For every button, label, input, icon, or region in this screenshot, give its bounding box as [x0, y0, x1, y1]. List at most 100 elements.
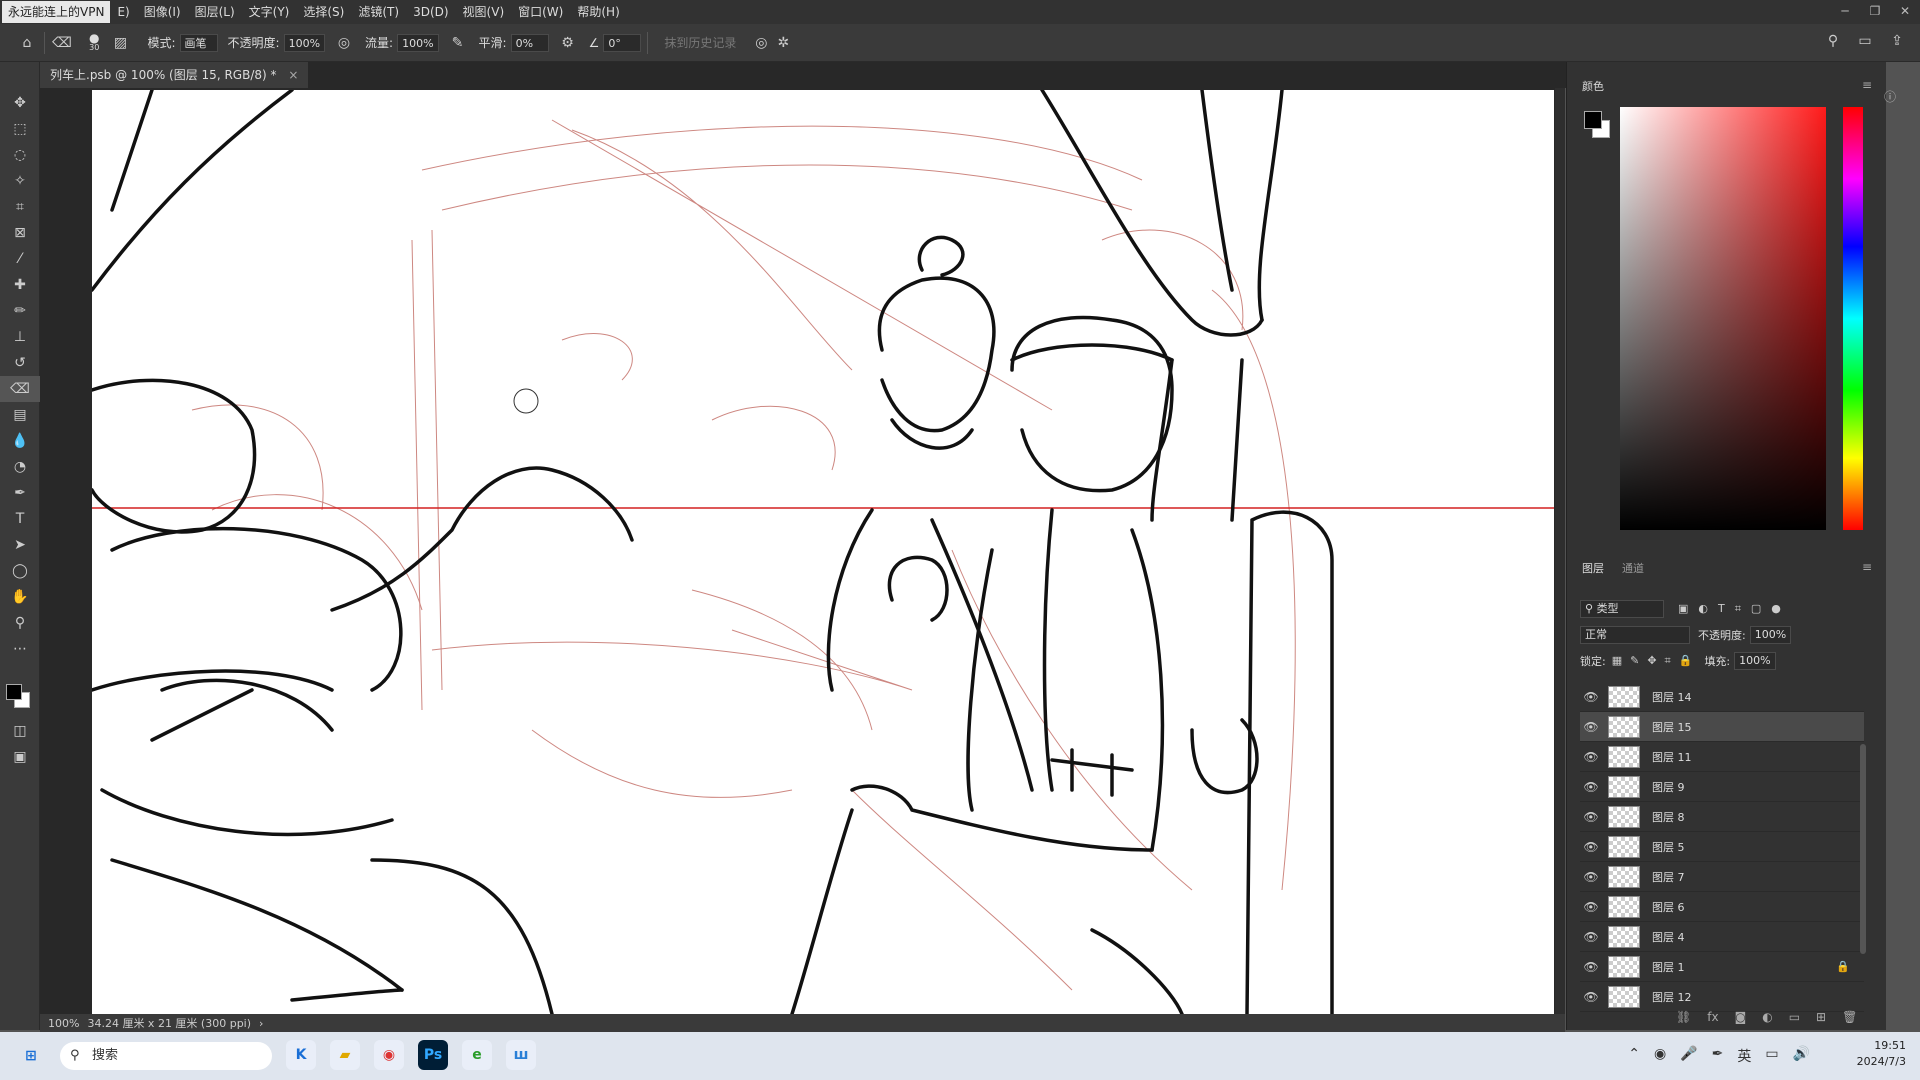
type-tool-icon[interactable]: T	[0, 506, 40, 532]
layer-row[interactable]: 👁 图层 14	[1580, 682, 1864, 712]
layer-row[interactable]: 👁 图层 1 🔒	[1580, 952, 1864, 982]
hand-tool-icon[interactable]: ✋	[0, 584, 40, 610]
vertical-scrollbar[interactable]	[1555, 88, 1565, 1014]
menu-window[interactable]: 窗口(W)	[511, 0, 570, 24]
zoom-tool-icon[interactable]: ⚲	[0, 610, 40, 636]
color-panel-tab[interactable]: 颜色	[1582, 78, 1604, 94]
file-explorer-icon[interactable]: ▰	[330, 1040, 360, 1070]
path-selection-tool-icon[interactable]: ➤	[0, 532, 40, 558]
opacity-input[interactable]: 100%	[283, 33, 326, 52]
blend-mode-select[interactable]: 正常	[1580, 626, 1690, 644]
lock-icon[interactable]: 🔒	[1836, 960, 1850, 973]
volume-icon[interactable]: 🔊	[1793, 1046, 1810, 1066]
layer-row[interactable]: 👁 图层 8	[1580, 802, 1864, 832]
zoom-level[interactable]: 100%	[48, 1017, 79, 1030]
layer-row[interactable]: 👁 图层 12	[1580, 982, 1864, 1012]
menu-image[interactable]: 图像(I)	[137, 0, 188, 24]
magic-wand-tool-icon[interactable]: ✧	[0, 168, 40, 194]
brush-settings-icon[interactable]: ▨	[109, 32, 131, 54]
erase-to-history-option[interactable]: 抹到历史记录	[664, 34, 736, 51]
brush-tool-icon[interactable]: ✏	[0, 298, 40, 324]
layer-row[interactable]: 👁 图层 7	[1580, 862, 1864, 892]
app-k-icon[interactable]: K	[286, 1040, 316, 1070]
start-icon[interactable]: ⊞	[16, 1041, 46, 1071]
flow-input[interactable]: 100%	[397, 33, 439, 52]
tray-app-icon[interactable]: ◉	[1654, 1046, 1666, 1066]
new-group-icon[interactable]: ▭	[1789, 1010, 1800, 1024]
photoshop-icon[interactable]: Ps	[418, 1040, 448, 1070]
eye-icon[interactable]: 👁	[1580, 720, 1602, 734]
frame-tool-icon[interactable]: ⊠	[0, 220, 40, 246]
fx-icon[interactable]: fx	[1707, 1010, 1718, 1024]
eye-icon[interactable]: 👁	[1580, 840, 1602, 854]
info-icon[interactable]: ⓘ	[1884, 88, 1896, 105]
eye-icon[interactable]: 👁	[1580, 960, 1602, 974]
layer-row[interactable]: 👁 图层 6	[1580, 892, 1864, 922]
menu-3d[interactable]: 3D(D)	[406, 0, 455, 24]
layer-row[interactable]: 👁 图层 4	[1580, 922, 1864, 952]
more-tools-icon[interactable]: ⋯	[0, 636, 40, 662]
smoothing-input[interactable]: 0%	[510, 33, 549, 52]
hue-slider[interactable]	[1843, 107, 1863, 530]
workspace-icon[interactable]: ▭	[1854, 30, 1876, 52]
layer-row[interactable]: 👁 图层 11	[1580, 742, 1864, 772]
symmetry-icon[interactable]: ✲	[772, 32, 794, 54]
shape-tool-icon[interactable]: ◯	[0, 558, 40, 584]
eraser-tool-icon[interactable]: ⌫	[0, 376, 40, 402]
lasso-tool-icon[interactable]: ◌	[0, 142, 40, 168]
eye-icon[interactable]: 👁	[1580, 780, 1602, 794]
link-layers-icon[interactable]: ⛓	[1676, 1010, 1691, 1024]
ime-indicator[interactable]: 英	[1737, 1046, 1751, 1066]
pen-icon[interactable]: ✒	[1712, 1046, 1724, 1066]
document-tab[interactable]: 列车上.psb @ 100% (图层 15, RGB/8) * ×	[40, 62, 309, 88]
eye-icon[interactable]: 👁	[1580, 750, 1602, 764]
add-mask-icon[interactable]: ◙	[1735, 1010, 1747, 1024]
home-icon[interactable]: ⌂	[16, 32, 38, 54]
foreground-color-swatch[interactable]	[6, 684, 22, 700]
vpn-window-title[interactable]: 永远能连上的VPN	[2, 1, 111, 23]
app-w-icon[interactable]: ш	[506, 1040, 536, 1070]
eye-icon[interactable]: 👁	[1580, 690, 1602, 704]
mode-select[interactable]: 画笔	[179, 33, 218, 52]
menu-view[interactable]: 视图(V)	[456, 0, 512, 24]
chrome-icon[interactable]: ◉	[374, 1040, 404, 1070]
artwork-canvas[interactable]	[92, 90, 1554, 1014]
new-layer-icon[interactable]: ⊞	[1816, 1010, 1826, 1024]
eye-icon[interactable]: 👁	[1580, 990, 1602, 1004]
share-icon[interactable]: ⇪	[1886, 30, 1908, 52]
menu-layer[interactable]: 图层(L)	[188, 0, 242, 24]
crop-tool-icon[interactable]: ⌗	[0, 194, 40, 220]
layer-row[interactable]: 👁 图层 9	[1580, 772, 1864, 802]
adjustment-layer-icon[interactable]: ◐	[1762, 1010, 1772, 1024]
screen-mode-icon[interactable]: ▣	[0, 744, 40, 770]
eye-icon[interactable]: 👁	[1580, 810, 1602, 824]
healing-brush-tool-icon[interactable]: ✚	[0, 272, 40, 298]
gradient-tool-icon[interactable]: ▤	[0, 402, 40, 428]
tab-layers[interactable]: 图层	[1582, 560, 1604, 576]
chevron-up-icon[interactable]: ⌃	[1628, 1046, 1640, 1066]
browser-e-icon[interactable]: e	[462, 1040, 492, 1070]
menu-type[interactable]: 文字(Y)	[242, 0, 297, 24]
color-panel-foreground-chip[interactable]	[1584, 111, 1602, 129]
move-tool-icon[interactable]: ✥	[0, 90, 40, 116]
tab-channels[interactable]: 通道	[1622, 560, 1644, 576]
eye-icon[interactable]: 👁	[1580, 900, 1602, 914]
minimize-icon[interactable]: ─	[1830, 0, 1860, 24]
history-brush-tool-icon[interactable]: ↺	[0, 350, 40, 376]
blur-tool-icon[interactable]: 💧	[0, 428, 40, 454]
marquee-tool-icon[interactable]: ⬚	[0, 116, 40, 142]
menu-edit[interactable]: E)	[110, 0, 136, 24]
clock[interactable]: 19:51 2024/7/3	[1857, 1038, 1906, 1070]
layers-panel-menu-icon[interactable]: ≡	[1862, 560, 1872, 574]
close-tab-icon[interactable]: ×	[288, 68, 298, 82]
menu-select[interactable]: 选择(S)	[296, 0, 351, 24]
panel-menu-icon[interactable]: ≡	[1862, 78, 1872, 92]
network-icon[interactable]: ▭	[1765, 1046, 1778, 1066]
color-picker-field[interactable]	[1620, 107, 1826, 530]
search-icon[interactable]: ⚲	[1822, 30, 1844, 52]
layer-filter-icons[interactable]: ▣◐T⌗▢●	[1678, 602, 1791, 616]
menu-help[interactable]: 帮助(H)	[570, 0, 626, 24]
layer-filter-select[interactable]: ⚲ 类型	[1580, 600, 1664, 618]
gear-icon[interactable]: ⚙	[557, 32, 579, 54]
chevron-right-icon[interactable]: ›	[259, 1017, 263, 1030]
